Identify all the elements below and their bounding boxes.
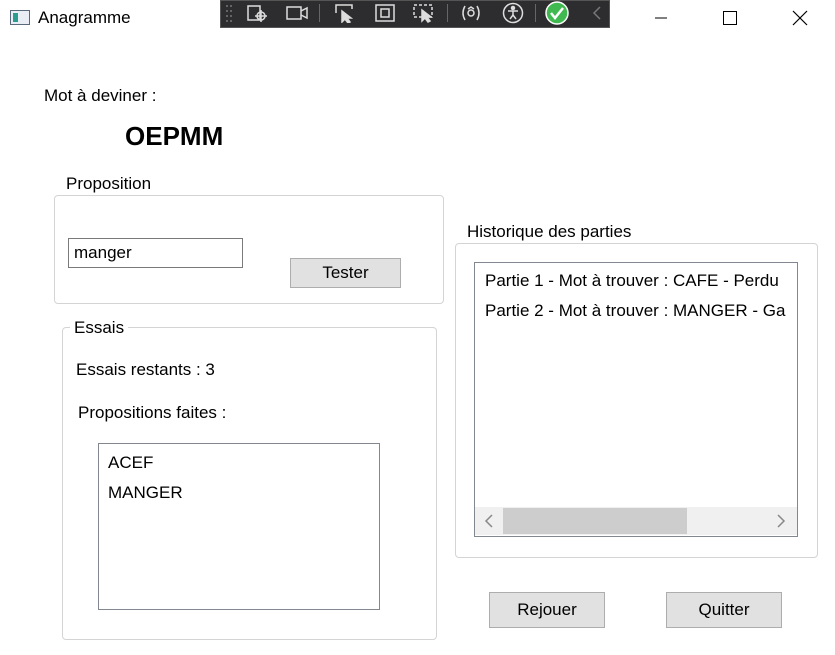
scrollbar-thumb[interactable] [503, 508, 687, 534]
remaining-attempts-label: Essais restants : 3 [76, 360, 215, 379]
test-button[interactable]: Tester [290, 258, 401, 288]
guess-input[interactable] [68, 238, 243, 268]
proposals-list[interactable]: ACEF MANGER [98, 443, 380, 610]
video-camera-icon[interactable] [284, 2, 310, 24]
hot-reload-icon[interactable] [458, 2, 484, 24]
app-window-icon [10, 10, 30, 25]
proposals-caption: Propositions faites : [78, 403, 227, 422]
grip-icon[interactable] [222, 2, 236, 24]
close-icon [792, 10, 808, 26]
check-circle-icon[interactable] [544, 1, 570, 25]
track-focus-icon[interactable] [411, 2, 437, 24]
display-layout-icon[interactable] [372, 2, 398, 24]
scrambled-word: OEPMM [125, 121, 224, 151]
close-button[interactable] [777, 0, 823, 36]
toolbar-separator [535, 4, 536, 22]
word-caption: Mot à deviner : [44, 86, 157, 105]
list-item[interactable]: MANGER [108, 483, 183, 503]
history-group-title: Historique des parties [463, 222, 636, 242]
scroll-right-button[interactable] [770, 510, 792, 532]
minimize-button[interactable] [638, 0, 684, 36]
quit-button[interactable]: Quitter [666, 592, 782, 628]
replay-button[interactable]: Rejouer [489, 592, 605, 628]
proposition-group-title: Proposition [62, 174, 156, 194]
select-element-icon[interactable] [244, 2, 270, 24]
list-item[interactable]: ACEF [108, 453, 153, 473]
toolbar-separator [447, 4, 448, 22]
maximize-icon [723, 11, 737, 25]
toolbar-separator [319, 4, 320, 22]
pointer-select-icon[interactable] [332, 2, 358, 24]
collapse-chevron-icon[interactable] [584, 2, 610, 24]
chevron-left-icon [484, 514, 493, 528]
accessibility-icon[interactable] [500, 2, 526, 24]
history-item[interactable]: Partie 1 - Mot à trouver : CAFE - Perdu [485, 271, 779, 291]
scroll-left-button[interactable] [478, 510, 500, 532]
essais-group-title: Essais [70, 318, 129, 338]
history-list[interactable]: Partie 1 - Mot à trouver : CAFE - Perdu … [474, 262, 798, 537]
minimize-icon [655, 17, 667, 19]
history-item[interactable]: Partie 2 - Mot à trouver : MANGER - Ga [485, 301, 785, 321]
chevron-right-icon [777, 514, 786, 528]
maximize-button[interactable] [707, 0, 753, 36]
window-title: Anagramme [38, 8, 131, 27]
